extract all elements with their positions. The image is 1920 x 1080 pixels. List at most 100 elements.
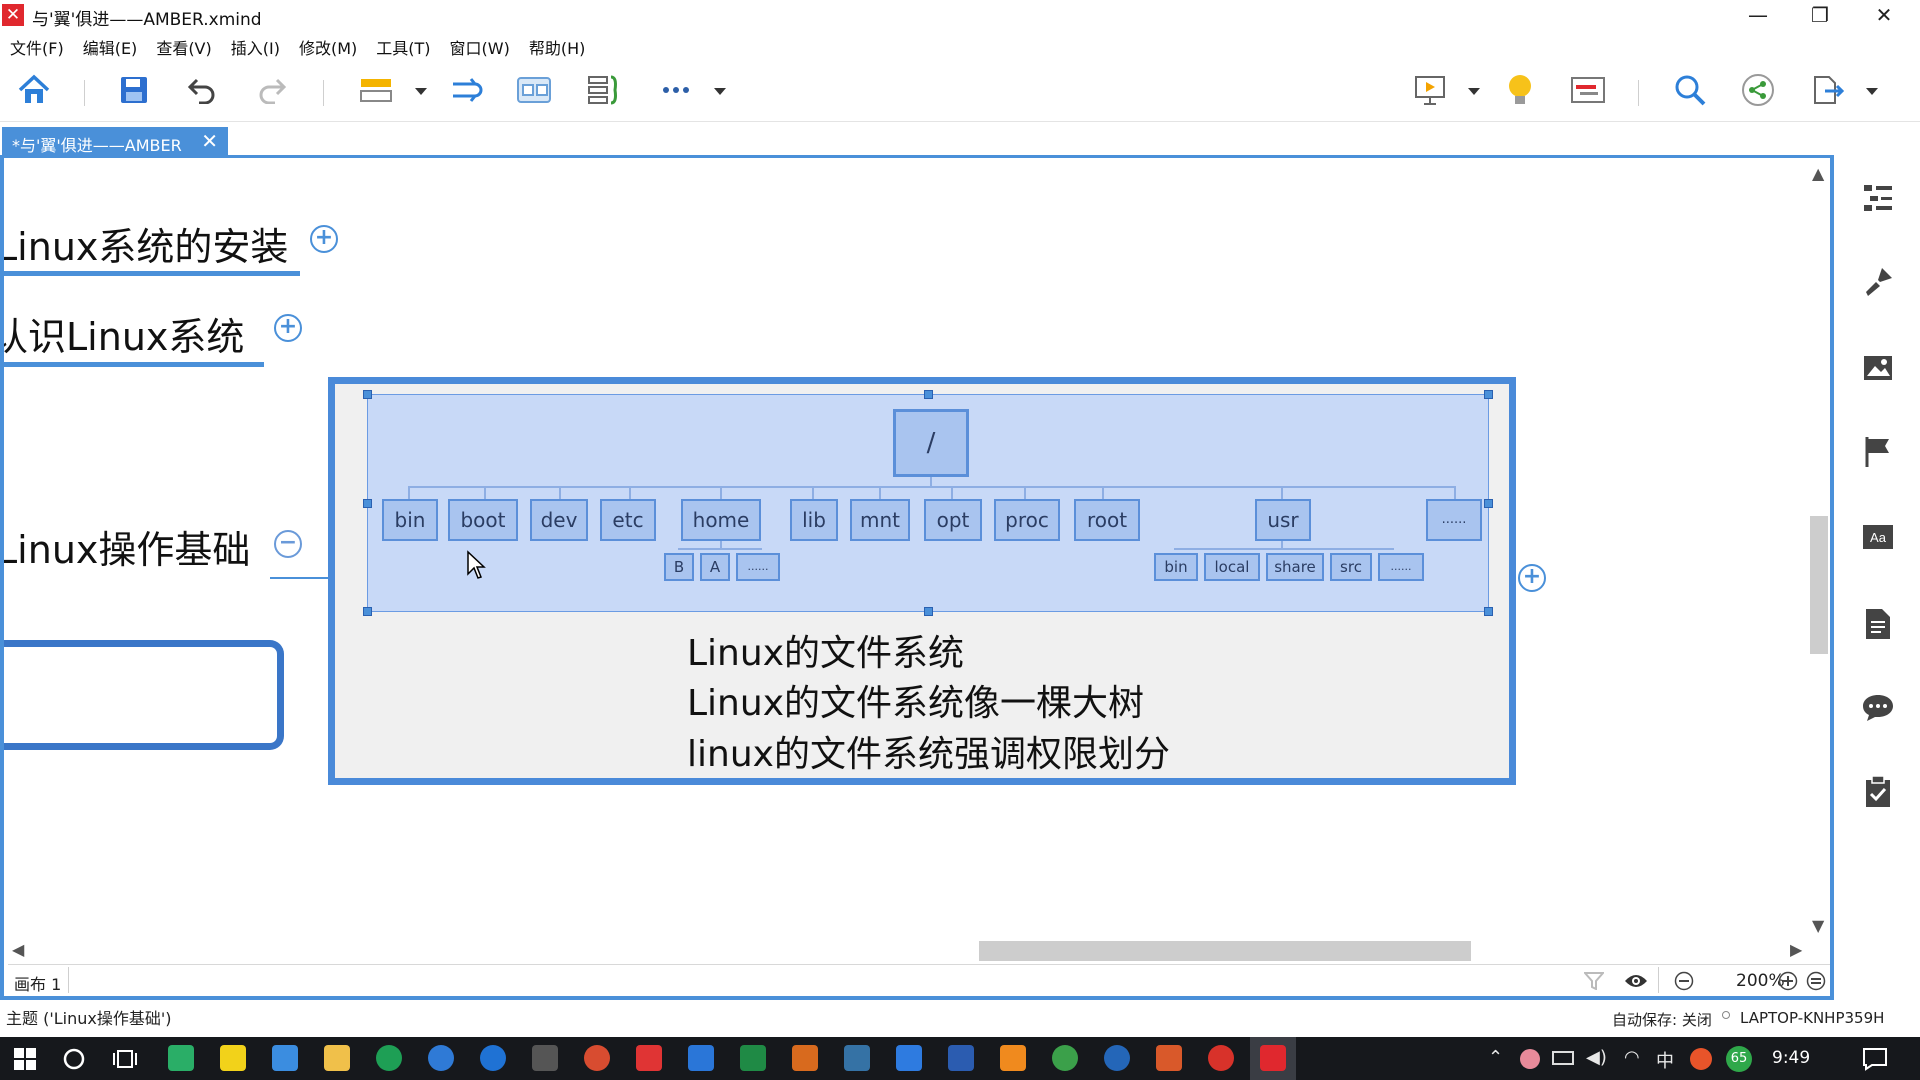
app-icon[interactable] [532,1045,558,1071]
app-icon[interactable] [792,1045,818,1071]
resize-handle[interactable] [363,607,372,616]
sogou-icon[interactable] [1690,1048,1712,1070]
filter-icon[interactable] [1584,972,1604,990]
topic-know-linux[interactable]: 认识Linux系统 [4,306,244,361]
menu-help[interactable]: 帮助(H) [519,33,595,59]
wechat-icon[interactable] [168,1045,194,1071]
volume-icon[interactable]: ◀) [1586,1047,1607,1068]
app-icon[interactable] [1000,1045,1026,1071]
image-note-box[interactable]: / bin boot dev etc home lib mnt opt proc… [328,377,1516,785]
chevron-down-icon[interactable] [415,88,427,95]
undo-icon[interactable] [182,70,222,110]
scroll-right-icon[interactable]: ▶ [1790,940,1802,959]
topic-linux-basics[interactable]: Linux操作基础 [4,519,250,574]
format-brush-icon[interactable] [1858,262,1898,302]
resize-handle[interactable] [924,607,933,616]
export-icon[interactable] [1808,70,1848,110]
app-icon[interactable] [272,1045,298,1071]
selected-topic-frame[interactable] [4,640,284,750]
idea-bulb-icon[interactable] [1500,70,1540,110]
scroll-up-icon[interactable]: ▲ [1812,164,1824,183]
expand-icon[interactable]: + [1518,564,1546,592]
app-icon[interactable] [688,1045,714,1071]
redo-icon[interactable] [252,70,292,110]
notes-icon[interactable] [1858,604,1898,644]
resize-handle[interactable] [924,390,933,399]
tray-app-icon[interactable] [1520,1049,1540,1069]
expand-icon[interactable]: + [274,314,302,342]
menu-window[interactable]: 窗口(W) [440,33,519,59]
task-view-icon[interactable] [112,1047,138,1071]
collapse-icon[interactable]: − [274,530,302,558]
chevron-down-icon[interactable] [714,88,726,95]
xmind-icon[interactable] [1260,1045,1286,1071]
app-icon[interactable] [636,1045,662,1071]
app-icon[interactable] [1104,1045,1130,1071]
app-icon[interactable] [584,1045,610,1071]
sticky-notes-icon[interactable] [220,1045,246,1071]
chevron-down-icon[interactable] [1468,88,1480,95]
menu-view[interactable]: 查看(V) [146,33,220,59]
close-window-button[interactable]: ✕ [1854,0,1914,30]
image-icon[interactable] [1858,348,1898,388]
menu-tools[interactable]: 工具(T) [366,33,439,59]
topic-install[interactable]: Linux系统的安装 [4,216,288,271]
resize-handle[interactable] [1484,499,1493,508]
python-icon[interactable] [844,1045,870,1071]
boundary-icon[interactable] [514,70,554,110]
badge-count[interactable]: 65 [1726,1046,1752,1072]
app-icon[interactable] [1052,1045,1078,1071]
search-icon[interactable] [62,1047,86,1071]
resize-handle[interactable] [363,499,372,508]
battery-icon[interactable] [1552,1051,1574,1065]
tab-document[interactable]: *与'翼'俱进——AMBER ✕ [2,127,228,156]
marker-flag-icon[interactable] [1858,432,1898,472]
search-icon[interactable] [1670,70,1710,110]
home-icon[interactable] [14,70,54,110]
summary-icon[interactable] [584,70,624,110]
resize-handle[interactable] [1484,390,1493,399]
mindmap-canvas[interactable]: Linux系统的安装 + 认识Linux系统 + Linux操作基础 − / b… [0,155,1834,1000]
vertical-scrollbar[interactable] [1810,516,1828,654]
excel-icon[interactable] [740,1045,766,1071]
scroll-down-icon[interactable]: ▼ [1812,916,1824,935]
internet-explorer-icon[interactable] [428,1045,454,1071]
eye-icon[interactable] [1624,973,1648,989]
gantt-icon[interactable] [1568,70,1608,110]
menu-edit[interactable]: 编辑(E) [73,33,147,59]
menu-insert[interactable]: 插入(I) [221,33,289,59]
more-icon[interactable] [656,70,696,110]
close-icon[interactable]: ✕ [201,129,218,153]
scroll-left-icon[interactable]: ◀ [12,940,24,959]
filesystem-tree-diagram[interactable]: / bin boot dev etc home lib mnt opt proc… [363,390,1493,616]
topic-icon[interactable] [356,70,396,110]
wifi-icon[interactable]: ◠ [1624,1047,1640,1068]
edge-icon[interactable] [480,1045,506,1071]
share-icon[interactable] [1738,70,1778,110]
powerpoint-icon[interactable] [1156,1045,1182,1071]
resize-handle[interactable] [1484,607,1493,616]
ime-indicator[interactable]: 中 [1656,1047,1674,1073]
outline-icon[interactable] [1858,178,1898,218]
app-icon[interactable] [1208,1045,1234,1071]
chevron-up-icon[interactable]: ⌃ [1488,1047,1503,1068]
notification-icon[interactable] [1862,1047,1888,1071]
menu-file[interactable]: 文件(F) [0,33,73,59]
app-icon[interactable] [376,1045,402,1071]
menu-modify[interactable]: 修改(M) [289,33,366,59]
comment-icon[interactable] [1858,688,1898,728]
horizontal-scrollbar[interactable] [979,941,1471,961]
expand-icon[interactable]: + [310,225,338,253]
save-icon[interactable] [114,70,154,110]
chevron-down-icon[interactable] [1866,88,1878,95]
fit-view-icon[interactable] [1806,971,1826,991]
text-style-icon[interactable]: Aa [1858,518,1898,558]
status-autosave[interactable]: 自动保存: 关闭 [1612,1009,1712,1030]
sheet-tab[interactable]: 画布 1 [14,971,61,995]
file-explorer-icon[interactable] [324,1045,350,1071]
word-icon[interactable] [948,1045,974,1071]
presentation-icon[interactable] [1410,70,1450,110]
zoom-in-icon[interactable] [1778,971,1798,991]
app-icon[interactable] [896,1045,922,1071]
clock[interactable]: 9:49 [1772,1048,1810,1068]
